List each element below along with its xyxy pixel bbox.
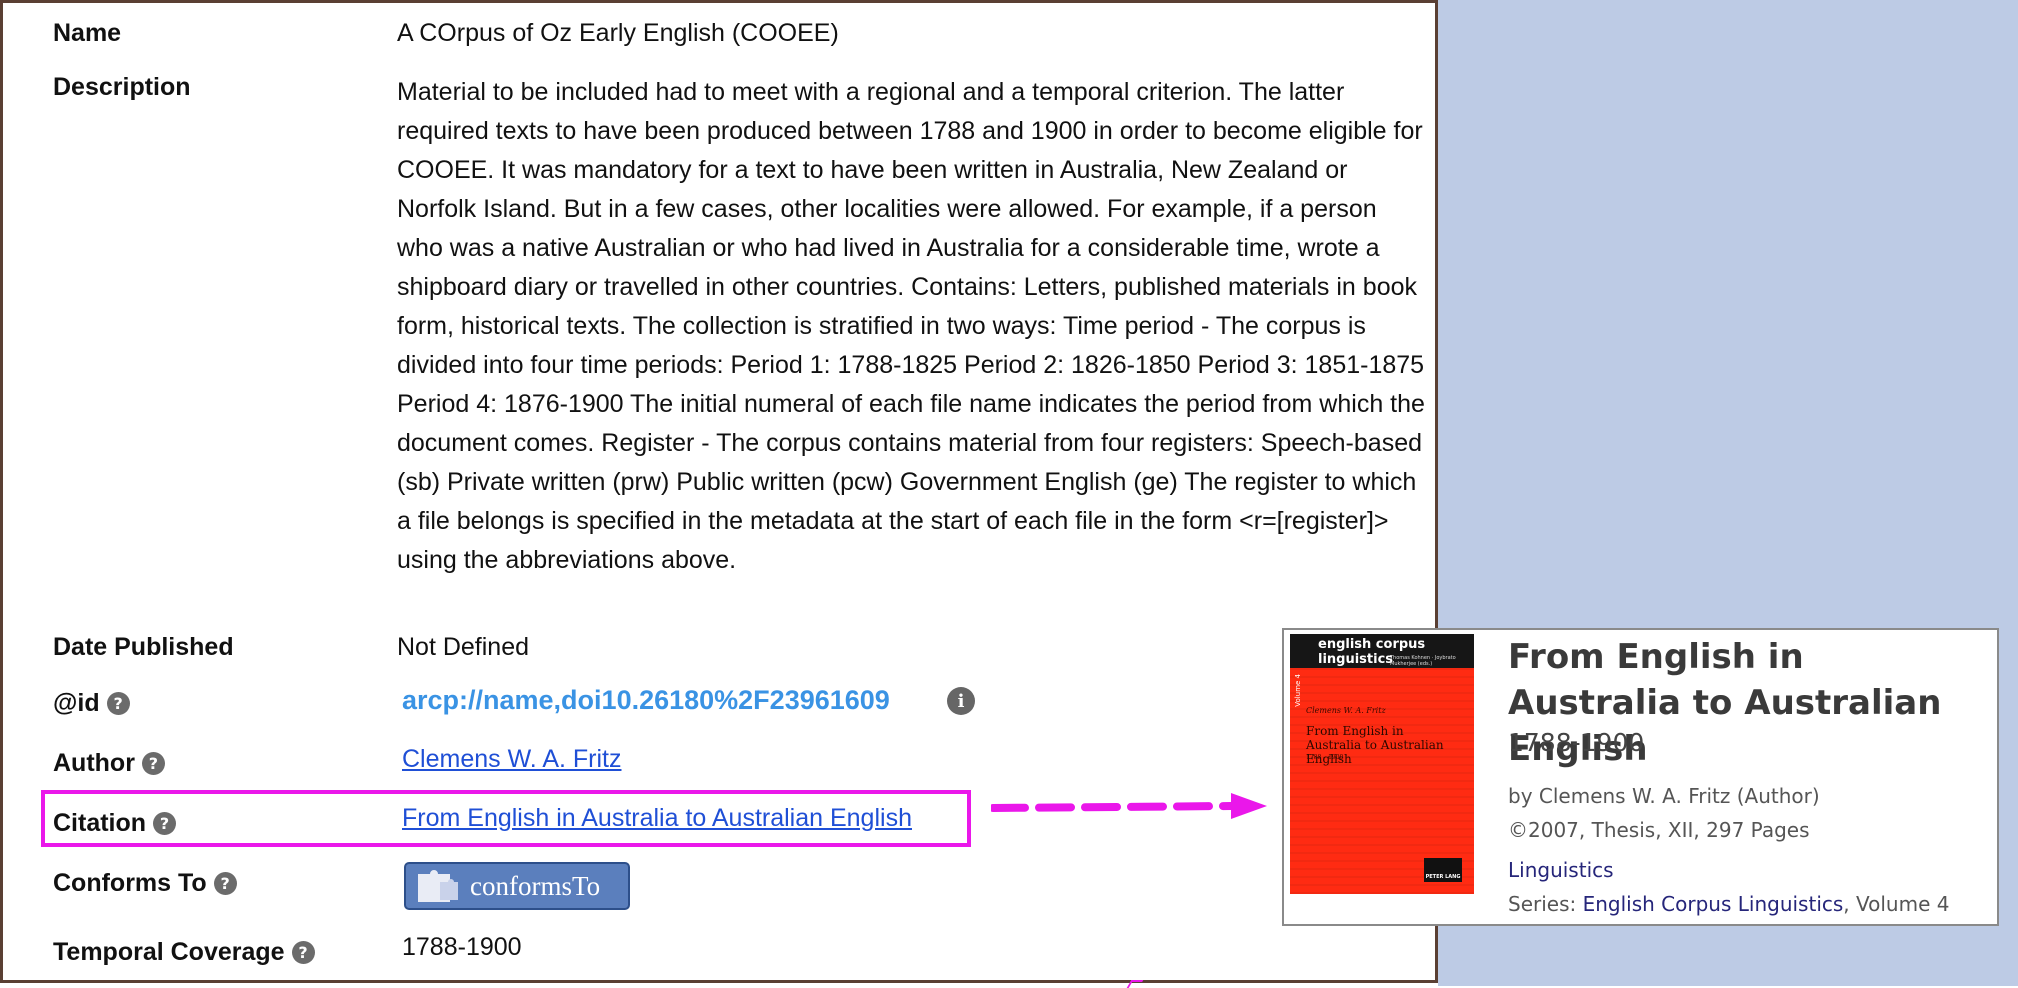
series-prefix: Series: <box>1508 892 1583 916</box>
book-subject-link[interactable]: Linguistics <box>1508 858 1614 882</box>
id-label-row: @id ? <box>53 689 130 718</box>
book-card: english corpus linguistics Thomas Kohnen… <box>1282 628 1999 926</box>
book-publication: ©2007, Thesis, XII, 297 Pages <box>1508 818 1810 842</box>
publisher-logo: PETER LANG <box>1424 858 1462 882</box>
cover-author: Clemens W. A. Fritz <box>1306 706 1386 715</box>
cover-editors: Thomas Kohnen · Joybrato Mukherjee (eds.… <box>1390 655 1456 667</box>
author-link[interactable]: Clemens W. A. Fritz <box>402 745 621 773</box>
arrow-icon <box>991 793 1267 819</box>
temporal-coverage-value: 1788-1900 <box>402 933 522 961</box>
help-icon[interactable]: ? <box>291 941 315 964</box>
puzzle-icon <box>418 870 458 902</box>
metadata-panel: Name A COrpus of Oz Early English (COOEE… <box>0 0 1438 988</box>
book-subtitle: 1788-1900 <box>1508 728 1645 757</box>
cover-volume: Volume 4 <box>1294 674 1302 707</box>
series-suffix: , Volume 4 <box>1843 892 1950 916</box>
help-icon[interactable]: ? <box>141 752 165 775</box>
citation-link[interactable]: From English in Australia to Australian … <box>402 804 912 832</box>
citation-value: From English in Australia to Australian … <box>402 804 912 833</box>
temporal-coverage-label: Temporal Coverage <box>53 938 285 966</box>
book-author: by Clemens W. A. Fritz (Author) <box>1508 784 1820 808</box>
conforms-to-button-label: conformsTo <box>470 870 601 901</box>
book-cover: english corpus linguistics Thomas Kohnen… <box>1290 634 1474 894</box>
id-label: @id <box>53 689 100 717</box>
arrow-fragment <box>1126 980 1144 988</box>
conforms-to-label: Conforms To <box>53 869 207 897</box>
description-label: Description <box>53 73 191 101</box>
help-icon[interactable]: ? <box>106 692 130 715</box>
help-icon[interactable]: ? <box>213 872 237 895</box>
book-series: Series: English Corpus Linguistics, Volu… <box>1508 892 1949 916</box>
author-value: Clemens W. A. Fritz <box>402 745 621 774</box>
date-published-value: Not Defined <box>397 633 530 661</box>
conforms-to-label-row: Conforms To ? <box>53 869 237 898</box>
id-link[interactable]: arcp://name,doi10.26180%2F23961609 <box>402 685 890 715</box>
info-icon[interactable]: i <box>947 687 975 715</box>
id-value: arcp://name,doi10.26180%2F23961609 <box>402 685 890 716</box>
conforms-to-button[interactable]: conformsTo <box>404 862 630 910</box>
author-label-row: Author ? <box>53 749 165 778</box>
name-value: A COrpus of Oz Early English (COOEE) <box>397 19 839 47</box>
series-link[interactable]: English Corpus Linguistics <box>1583 892 1844 916</box>
name-label: Name <box>53 19 122 47</box>
citation-label-row: Citation ? <box>53 809 177 838</box>
citation-label: Citation <box>53 809 147 837</box>
help-icon[interactable]: ? <box>153 812 177 835</box>
date-published-label: Date Published <box>53 633 234 661</box>
temporal-coverage-label-row: Temporal Coverage ? <box>53 938 315 967</box>
description-value: Material to be included had to meet with… <box>397 78 1425 574</box>
author-label: Author <box>53 749 135 777</box>
cover-range: 1788 – 1900 <box>1306 754 1344 761</box>
